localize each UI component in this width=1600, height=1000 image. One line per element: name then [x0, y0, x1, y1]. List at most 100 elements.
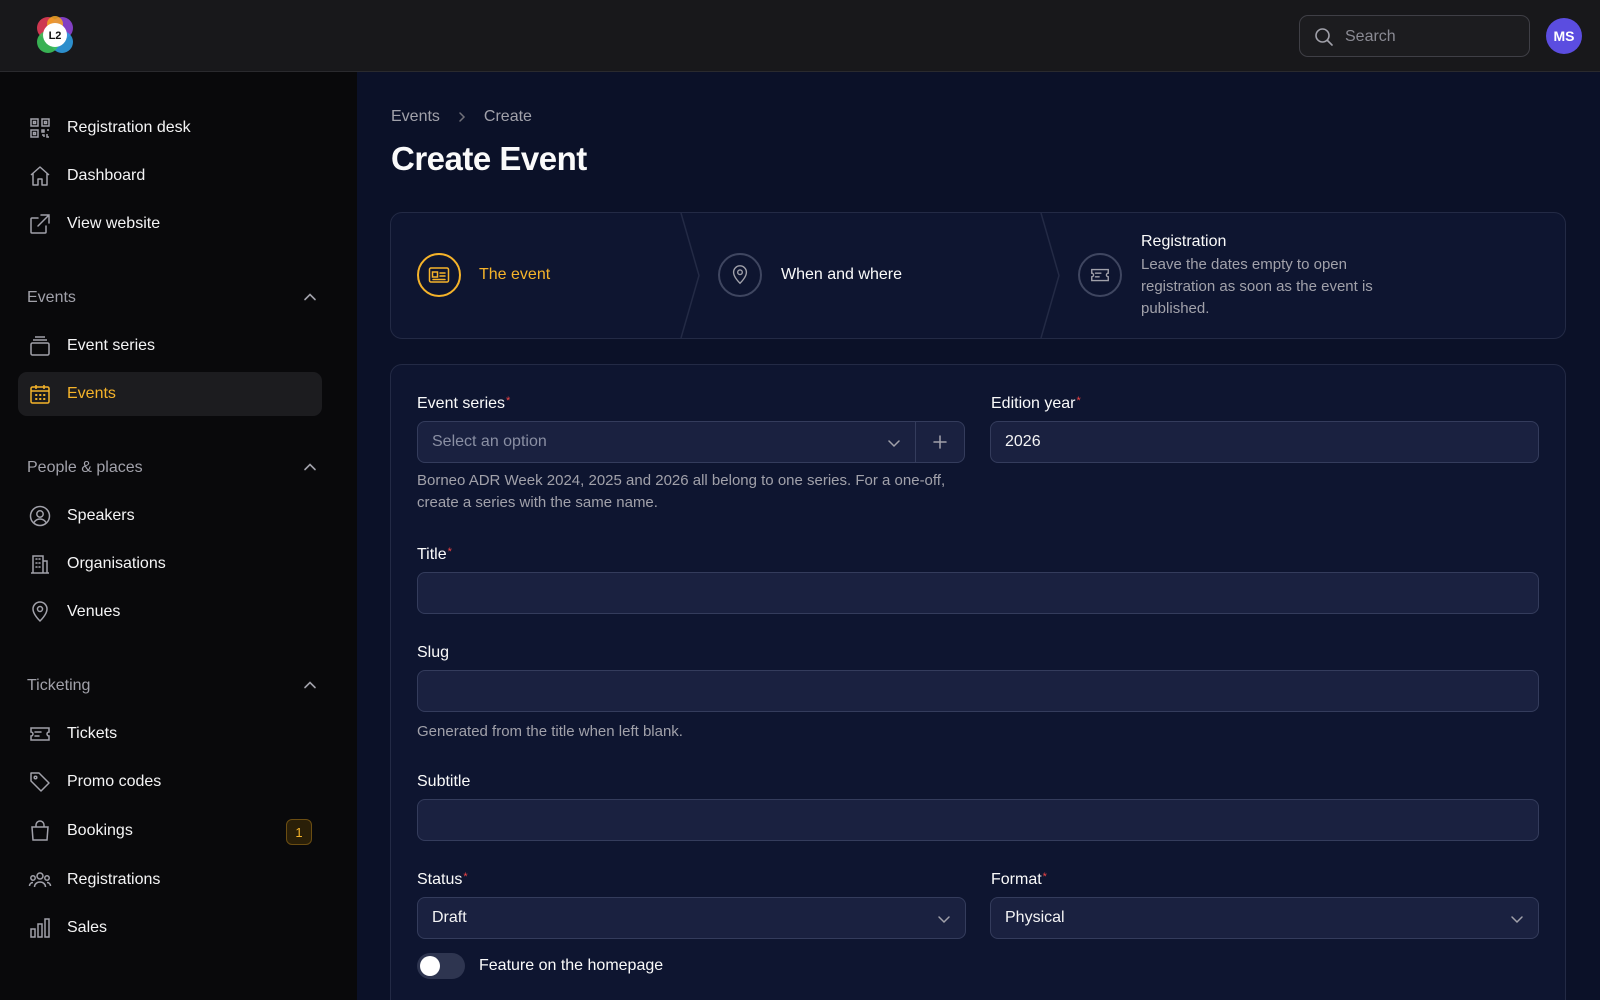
step-title: The event: [479, 266, 551, 283]
title-input[interactable]: [417, 572, 1539, 614]
search-icon: [1315, 28, 1333, 46]
home-icon: [30, 166, 50, 186]
slug-help: Generated from the title when left blank…: [417, 723, 683, 740]
toggle-knob: [420, 956, 440, 976]
building-icon: [31, 555, 49, 574]
sidebar-item-dashboard[interactable]: Dashboard: [18, 154, 322, 198]
search-input[interactable]: Search: [1299, 15, 1530, 57]
logo-text: L2: [49, 30, 62, 42]
event-series-label: Event series*: [417, 395, 511, 412]
sidebar-item-label: Speakers: [67, 507, 135, 524]
sidebar-group-ticketing[interactable]: Ticketing: [27, 674, 317, 698]
sidebar-item-registration-desk[interactable]: Registration desk: [18, 106, 322, 150]
step-title: Registration: [1141, 233, 1227, 250]
group-title: People & places: [27, 459, 143, 476]
sidebar-item-label: Dashboard: [67, 167, 146, 184]
slug-label: Slug: [417, 644, 450, 661]
event-form: Event series* Select an option Borneo AD…: [390, 364, 1566, 1000]
id-card-icon: [417, 253, 461, 297]
sidebar-item-speakers[interactable]: Speakers: [18, 494, 322, 538]
sidebar-item-label: Tickets: [67, 725, 118, 742]
format-select[interactable]: Physical: [990, 897, 1539, 939]
ticket-icon: [30, 727, 50, 741]
sidebar-item-organisations[interactable]: Organisations: [18, 542, 322, 586]
qr-code-icon: [30, 118, 50, 138]
event-series-help: Borneo ADR Week 2024, 2025 and 2026 all …: [417, 472, 946, 511]
sidebar-item-sales[interactable]: Sales: [18, 906, 322, 950]
edition-year-input[interactable]: 2026: [990, 421, 1539, 463]
chevron-down-icon: [938, 916, 950, 924]
step-description: Leave the dates empty to open registrati…: [1141, 256, 1373, 317]
map-pin-icon: [718, 253, 762, 297]
tag-icon: [30, 772, 50, 792]
sidebar-item-registrations[interactable]: Registrations: [18, 858, 322, 902]
main-content: Events Create Create Event The event Whe…: [357, 72, 1600, 1000]
sidebar-item-view-website[interactable]: View website: [18, 202, 322, 246]
sidebar-item-label: Registration desk: [67, 119, 191, 136]
step-title: When and where: [781, 266, 902, 283]
search-placeholder: Search: [1345, 28, 1396, 45]
group-title: Events: [27, 289, 76, 306]
chevron-up-icon: [304, 293, 316, 301]
ticket-icon: [1078, 253, 1122, 297]
sidebar-item-tickets[interactable]: Tickets: [18, 712, 322, 756]
status-label: Status*: [417, 871, 468, 888]
feature-homepage-label: Feature on the homepage: [479, 957, 664, 974]
group-title: Ticketing: [27, 677, 91, 694]
sidebar-item-label: Bookings: [67, 822, 133, 839]
status-select[interactable]: Draft: [417, 897, 966, 939]
breadcrumb-link-events[interactable]: Events: [391, 108, 440, 126]
step-divider: [1040, 213, 1060, 338]
bar-chart-icon: [30, 918, 50, 938]
sidebar-item-promo-codes[interactable]: Promo codes: [18, 760, 322, 804]
slug-input[interactable]: [417, 670, 1539, 712]
subtitle-input[interactable]: [417, 799, 1539, 841]
plus-icon: [933, 435, 947, 449]
sidebar-item-label: Registrations: [67, 871, 161, 888]
sidebar-group-events[interactable]: Events: [27, 286, 317, 310]
top-bar: L2 Search MS: [0, 0, 1600, 72]
step-the-event[interactable]: The event: [391, 213, 681, 338]
event-series-select[interactable]: Select an option: [417, 421, 916, 463]
add-event-series-button[interactable]: [915, 421, 965, 463]
step-divider: [680, 213, 700, 338]
sidebar: Registration desk Dashboard View website…: [0, 72, 357, 1000]
external-link-icon: [30, 214, 50, 234]
breadcrumb: Events Create: [391, 108, 532, 126]
calendar-icon: [30, 385, 50, 404]
edition-year-label: Edition year*: [991, 395, 1081, 412]
sidebar-item-label: Promo codes: [67, 773, 162, 790]
sidebar-item-event-series[interactable]: Event series: [18, 324, 322, 368]
sidebar-item-label: View website: [67, 215, 161, 232]
subtitle-label: Subtitle: [417, 773, 471, 790]
page-title: Create Event: [391, 140, 587, 177]
format-label: Format*: [991, 871, 1047, 888]
feature-homepage-toggle[interactable]: [417, 953, 465, 979]
sidebar-group-people-places[interactable]: People & places: [27, 456, 317, 480]
sidebar-item-label: Sales: [67, 919, 108, 936]
sidebar-item-label: Event series: [67, 337, 156, 354]
user-circle-icon: [29, 505, 51, 527]
shopping-bag-icon: [31, 820, 49, 841]
users-icon: [28, 872, 52, 888]
chevron-up-icon: [304, 681, 316, 689]
stack-icon: [30, 336, 50, 356]
app-logo[interactable]: L2: [32, 12, 78, 58]
sidebar-item-bookings[interactable]: Bookings 1: [18, 809, 322, 853]
step-registration[interactable]: Registration Leave the dates empty to op…: [1061, 213, 1561, 338]
wizard-steps: The event When and where Registration Le…: [390, 212, 1566, 339]
chevron-up-icon: [304, 463, 316, 471]
sidebar-item-label: Organisations: [67, 555, 166, 572]
chevron-down-icon: [1511, 916, 1523, 924]
title-label: Title*: [417, 546, 452, 563]
sidebar-item-label: Venues: [67, 603, 121, 620]
step-when-and-where[interactable]: When and where: [701, 213, 1031, 338]
map-pin-icon: [32, 601, 48, 623]
count-badge: 1: [286, 819, 312, 845]
sidebar-item-venues[interactable]: Venues: [18, 590, 322, 634]
chevron-down-icon: [888, 440, 900, 448]
sidebar-item-label: Events: [67, 385, 116, 402]
chevron-right-icon: [456, 111, 468, 123]
avatar[interactable]: MS: [1546, 18, 1582, 54]
sidebar-item-events[interactable]: Events: [18, 372, 322, 416]
